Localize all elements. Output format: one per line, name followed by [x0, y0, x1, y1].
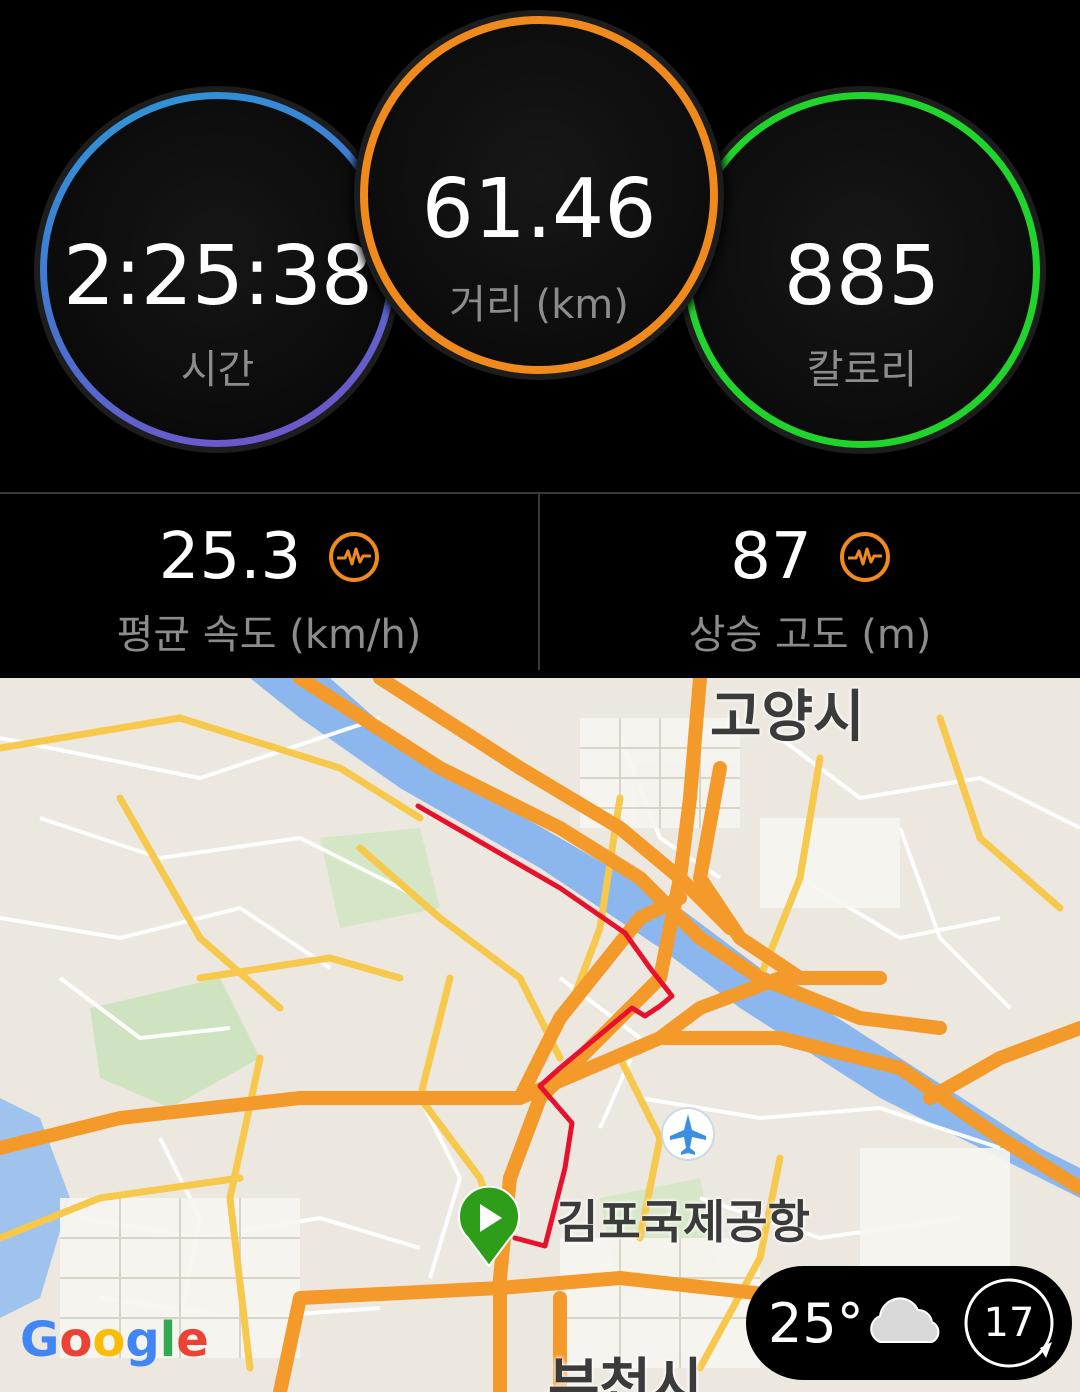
- map-label-airport: 김포국제공항: [556, 1195, 810, 1249]
- start-marker-icon[interactable]: [456, 1185, 522, 1272]
- elevation-gain-value: 87: [730, 520, 812, 594]
- map-label-bucheon: 부천시: [548, 1353, 703, 1392]
- activity-summary: 2:25:38 시간 885 칼로리 61.46 거리 (km): [0, 0, 1080, 492]
- time-dial: 17: [962, 1276, 1056, 1370]
- calories-value: 885: [783, 229, 941, 324]
- distance-ring[interactable]: 61.46 거리 (km): [360, 16, 718, 374]
- calories-ring[interactable]: 885 칼로리: [684, 92, 1040, 448]
- pulse-icon: [329, 532, 380, 582]
- weather-widget[interactable]: 25° 17: [746, 1266, 1072, 1380]
- distance-value: 61.46: [421, 162, 657, 257]
- cloud-icon: [862, 1294, 946, 1352]
- avg-speed-metric[interactable]: 25.3 평균 속도 (km/h): [0, 494, 538, 670]
- google-logo: Google: [20, 1312, 209, 1368]
- time-value: 2:25:38: [62, 229, 373, 324]
- temperature: 25°: [768, 1292, 864, 1355]
- avg-speed-value: 25.3: [158, 520, 302, 594]
- pulse-icon: [839, 532, 890, 582]
- time-badge: 17: [983, 1300, 1035, 1346]
- elevation-gain-label: 상승 고도 (m): [688, 612, 932, 658]
- elevation-gain-metric[interactable]: 87 상승 고도 (m): [540, 494, 1080, 670]
- time-label: 시간: [180, 347, 255, 393]
- avg-speed-label: 평균 속도 (km/h): [116, 612, 422, 658]
- time-ring[interactable]: 2:25:38 시간: [40, 92, 395, 447]
- map-label-goyang: 고양시: [710, 685, 865, 750]
- distance-label: 거리 (km): [449, 282, 629, 328]
- calories-label: 칼로리: [806, 347, 918, 393]
